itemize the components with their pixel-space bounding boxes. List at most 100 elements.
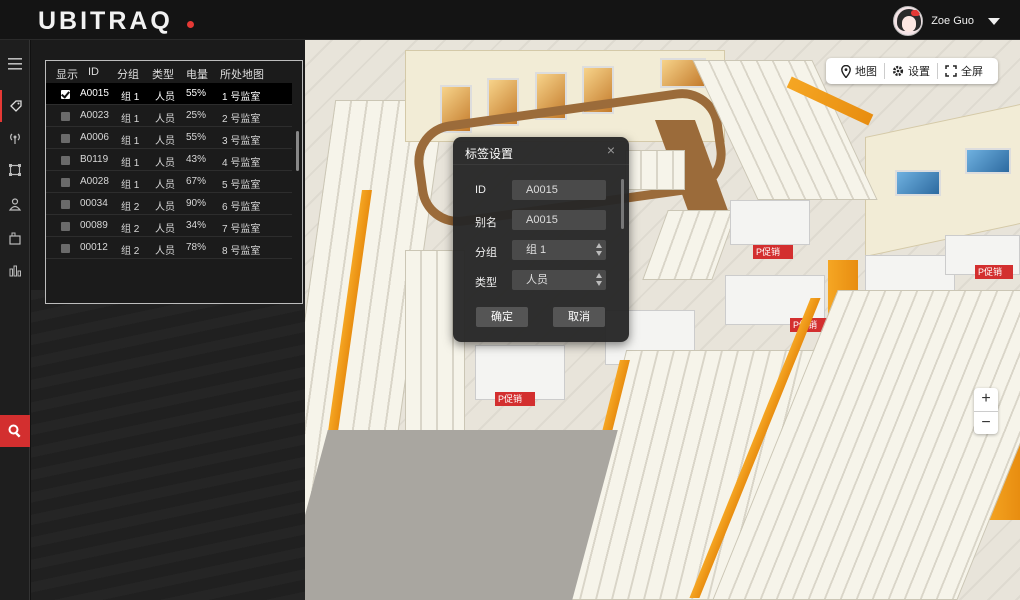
cell-type: 人员	[155, 246, 175, 257]
row-checkbox[interactable]	[61, 222, 70, 231]
cell-id: A0023	[80, 110, 109, 121]
cell-type: 人员	[155, 136, 175, 147]
avatar[interactable]	[893, 6, 924, 36]
table-row[interactable]: B0119 组 1 人员 43% 4 号监室	[46, 149, 292, 171]
column-header[interactable]: 电量	[186, 66, 208, 82]
column-header[interactable]: 所处地图	[220, 66, 264, 82]
id-field[interactable]: A0015	[512, 180, 606, 200]
top-bar: UBITRAQ Zoe Guo	[0, 0, 1020, 40]
table-row[interactable]: A0015 组 1 人员 55% 1 号监室	[46, 83, 292, 105]
tag-icon[interactable]	[0, 90, 30, 122]
table-row[interactable]: 00012 组 2 人员 78% 8 号监室	[46, 237, 292, 259]
floor-area	[305, 430, 618, 600]
table-row[interactable]: A0023 组 1 人员 25% 2 号监室	[46, 105, 292, 127]
dialog-scrollbar[interactable]	[621, 179, 624, 229]
area-icon[interactable]	[0, 154, 30, 186]
produce-table	[625, 150, 685, 190]
fullscreen-button[interactable]: 全屏	[937, 63, 990, 79]
table-row[interactable]: 00034 组 2 人员 90% 6 号监室	[46, 193, 292, 215]
type-select-value: 人员	[526, 274, 548, 286]
dialog-title: 标签设置	[465, 147, 514, 161]
poster	[965, 148, 1011, 174]
table-row[interactable]: 00089 组 2 人员 34% 7 号监室	[46, 215, 292, 237]
store-map[interactable]: P促销 P促销 P促销 P促销 P促销 P促销 地图 设置 全屏 + −	[305, 40, 1020, 600]
row-checkbox[interactable]	[61, 178, 70, 187]
logo-dot	[187, 21, 194, 28]
table-row[interactable]: A0028 组 1 人员 67% 5 号监室	[46, 171, 292, 193]
chart-icon[interactable]	[0, 254, 30, 286]
row-checkbox[interactable]	[61, 112, 70, 121]
promo-label: P促销	[975, 265, 1013, 279]
map-button-label: 地图	[855, 66, 877, 78]
cell-id: B0119	[80, 154, 109, 165]
cell-group: 组 1	[121, 136, 140, 147]
column-header[interactable]: ID	[88, 66, 99, 78]
column-header[interactable]: 分组	[117, 66, 139, 82]
cell-type: 人员	[155, 158, 175, 169]
app-logo: UBITRAQ	[38, 7, 173, 35]
cell-type: 人员	[155, 114, 175, 125]
cell-battery: 67%	[186, 176, 207, 187]
promo-counter	[730, 200, 810, 245]
group-select-value: 组 1	[526, 244, 547, 256]
close-icon[interactable]: ×	[607, 142, 615, 158]
column-header[interactable]: 类型	[152, 66, 174, 82]
cell-battery: 55%	[186, 132, 207, 143]
cell-id: 00034	[80, 198, 108, 209]
cell-id: 00012	[80, 242, 108, 253]
settings-button[interactable]: 设置	[884, 63, 937, 79]
promo-label: P促销	[495, 392, 535, 406]
antenna-icon[interactable]	[0, 122, 30, 154]
icon-rail	[0, 40, 30, 600]
username: Zoe Guo	[931, 15, 974, 27]
menu-icon[interactable]	[0, 48, 30, 80]
cell-map: 5 号监室	[222, 180, 261, 191]
cell-battery: 34%	[186, 220, 207, 231]
cell-map: 1 号监室	[222, 92, 261, 103]
cell-battery: 78%	[186, 242, 207, 253]
cell-id: 00089	[80, 220, 108, 231]
cancel-button[interactable]: 取消	[553, 307, 605, 327]
cell-group: 组 2	[121, 224, 140, 235]
device-icon[interactable]	[0, 222, 30, 254]
tag-list-panel: 显示 ID 分组 类型 电量 所处地图 A0015 组 1 人员 55% 1 号监室 A0…	[31, 40, 305, 600]
alias-label: 别名	[475, 217, 497, 229]
cell-group: 组 1	[121, 114, 140, 125]
cell-group: 组 2	[121, 202, 140, 213]
search-icon[interactable]	[0, 415, 30, 447]
cell-id: A0006	[80, 132, 109, 143]
zoom-in-button[interactable]: +	[974, 388, 998, 411]
row-checkbox[interactable]	[61, 156, 70, 165]
cell-group: 组 1	[121, 158, 140, 169]
table-row[interactable]: A0006 组 1 人员 55% 3 号监室	[46, 127, 292, 149]
cell-battery: 25%	[186, 110, 207, 121]
row-checkbox[interactable]	[61, 200, 70, 209]
cell-map: 2 号监室	[222, 114, 261, 125]
zoom-control: + −	[974, 388, 998, 434]
confirm-button[interactable]: 确定	[476, 307, 528, 327]
zoom-out-button[interactable]: −	[974, 411, 998, 434]
poster	[895, 170, 941, 196]
group-select[interactable]: 组 1	[512, 240, 606, 260]
scrollbar[interactable]	[296, 131, 299, 171]
row-checkbox[interactable]	[61, 244, 70, 253]
fullscreen-icon	[945, 65, 957, 77]
row-checkbox[interactable]	[61, 134, 70, 143]
cell-type: 人员	[155, 92, 175, 103]
chevron-down-icon[interactable]	[988, 17, 1000, 25]
alias-field[interactable]: A0015	[512, 210, 606, 230]
cell-map: 6 号监室	[222, 202, 261, 213]
cell-map: 8 号监室	[222, 246, 261, 257]
cell-map: 3 号监室	[222, 136, 261, 147]
column-header[interactable]: 显示	[56, 66, 78, 82]
map-button[interactable]: 地图	[834, 63, 884, 79]
cell-group: 组 1	[121, 92, 140, 103]
map-toolbar: 地图 设置 全屏	[826, 58, 998, 84]
gear-icon	[892, 65, 904, 77]
type-select[interactable]: 人员	[512, 270, 606, 290]
cell-type: 人员	[155, 224, 175, 235]
id-label: ID	[475, 184, 486, 196]
row-checkbox[interactable]	[61, 90, 70, 99]
person-icon[interactable]	[0, 188, 30, 220]
user-menu[interactable]: Zoe Guo	[893, 6, 1000, 36]
